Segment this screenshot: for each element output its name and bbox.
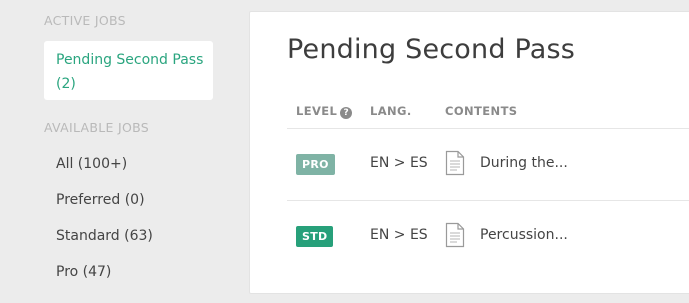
level-badge: PRO [296,154,335,175]
sidebar-item-standard[interactable]: Standard (63) [56,228,153,244]
contents-preview[interactable]: During the... [480,155,568,171]
sidebar-item-pending-second-pass[interactable]: Pending Second Pass (2) [44,41,213,100]
column-header-level[interactable]: LEVEL? [296,104,353,119]
app-root: ACTIVE JOBS Pending Second Pass (2) AVAI… [0,0,689,303]
sidebar-item-label: Pending Second Pass (2) [56,52,204,92]
active-jobs-heading: ACTIVE JOBS [44,13,126,28]
column-header-lang: LANG. [370,104,412,118]
document-icon [445,150,465,176]
level-badge: STD [296,226,334,247]
question-circle-icon[interactable]: ? [340,107,353,119]
language-pair: EN > ES [370,155,428,171]
table-row[interactable]: PRO EN > ES During the... [250,129,689,201]
sidebar-item-pro[interactable]: Pro (47) [56,264,111,280]
available-jobs-heading: AVAILABLE JOBS [44,120,149,135]
contents-preview[interactable]: Percussion... [480,227,568,243]
sidebar-item-preferred[interactable]: Preferred (0) [56,192,145,208]
document-icon [445,222,465,248]
table-row[interactable]: STD EN > ES Percussion... [250,201,689,273]
column-header-contents: CONTENTS [445,104,518,118]
main-panel: Pending Second Pass LEVEL? LANG. CONTENT… [249,11,689,294]
sidebar: ACTIVE JOBS Pending Second Pass (2) AVAI… [0,0,230,303]
column-header-level-label: LEVEL [296,104,338,118]
page-title: Pending Second Pass [287,34,576,65]
sidebar-item-all[interactable]: All (100+) [56,156,127,172]
language-pair: EN > ES [370,227,428,243]
